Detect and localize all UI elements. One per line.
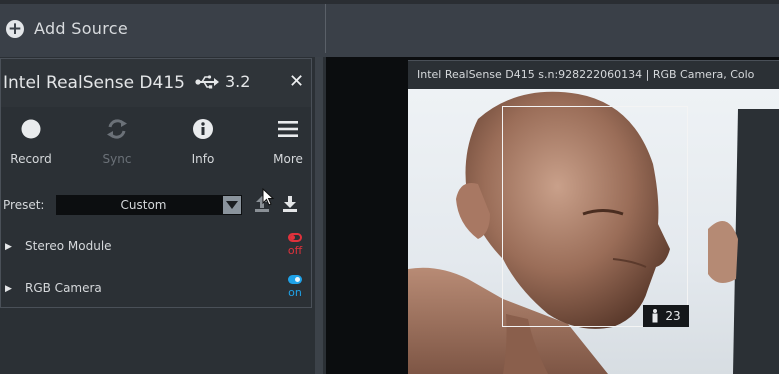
toggle-on-icon: [288, 275, 302, 284]
module-row-rgb[interactable]: ▶ RGB Camera on: [1, 275, 311, 317]
sidebar-scrollbar[interactable]: [315, 57, 323, 374]
rgb-camera-toggle[interactable]: on: [281, 275, 309, 299]
close-icon[interactable]: ✕: [289, 71, 304, 92]
module-name: RGB Camera: [25, 281, 102, 295]
preset-label: Preset:: [3, 198, 45, 212]
info-button[interactable]: Info: [168, 115, 238, 166]
usb-icon: [195, 74, 219, 88]
module-name: Stereo Module: [25, 239, 112, 253]
add-source-label: Add Source: [34, 19, 129, 38]
face-count-badge: 23: [643, 305, 689, 327]
toggle-off-icon: [288, 233, 302, 242]
usb-indicator: 3.2: [195, 72, 250, 91]
top-bar-right: [328, 4, 779, 53]
more-label: More: [273, 152, 303, 166]
preset-select[interactable]: Custom: [56, 195, 242, 215]
device-name: Intel RealSense D415: [3, 73, 185, 93]
toggle-state: off: [287, 244, 303, 257]
sync-button[interactable]: Sync: [82, 115, 152, 166]
usb-version: 3.2: [225, 72, 251, 91]
face-detection-box: [502, 106, 688, 327]
preset-value: Custom: [120, 198, 167, 212]
record-button[interactable]: Record: [0, 115, 66, 166]
plus-icon: +: [6, 18, 24, 39]
chevron-down-icon[interactable]: [223, 196, 241, 214]
mouse-cursor-icon: [262, 188, 275, 206]
add-source-button[interactable]: + Add Source: [0, 4, 326, 53]
stereo-module-toggle[interactable]: off: [281, 233, 309, 257]
info-label: Info: [191, 152, 215, 166]
info-icon: [168, 115, 238, 143]
download-preset-icon[interactable]: [282, 196, 298, 212]
sync-label: Sync: [102, 152, 132, 166]
record-label: Record: [10, 152, 52, 166]
face-count: 23: [665, 309, 681, 323]
toggle-state: on: [288, 286, 302, 299]
stream-title: Intel RealSense D415 s.n:928222060134 | …: [417, 68, 755, 81]
device-panel-header: Intel RealSense D415 3.2 ✕: [1, 59, 311, 107]
expand-arrow-icon[interactable]: ▶: [5, 242, 12, 252]
sync-icon: [82, 115, 152, 143]
person-icon: [652, 309, 658, 323]
device-panel: Intel RealSense D415 3.2 ✕ Record Sync I…: [0, 58, 312, 308]
expand-arrow-icon[interactable]: ▶: [5, 284, 12, 294]
more-button[interactable]: More: [253, 115, 323, 166]
module-row-stereo[interactable]: ▶ Stereo Module off: [1, 233, 311, 275]
record-icon: [0, 115, 66, 143]
stream-title-bar: Intel RealSense D415 s.n:928222060134 | …: [408, 60, 779, 89]
menu-icon: [253, 115, 323, 143]
